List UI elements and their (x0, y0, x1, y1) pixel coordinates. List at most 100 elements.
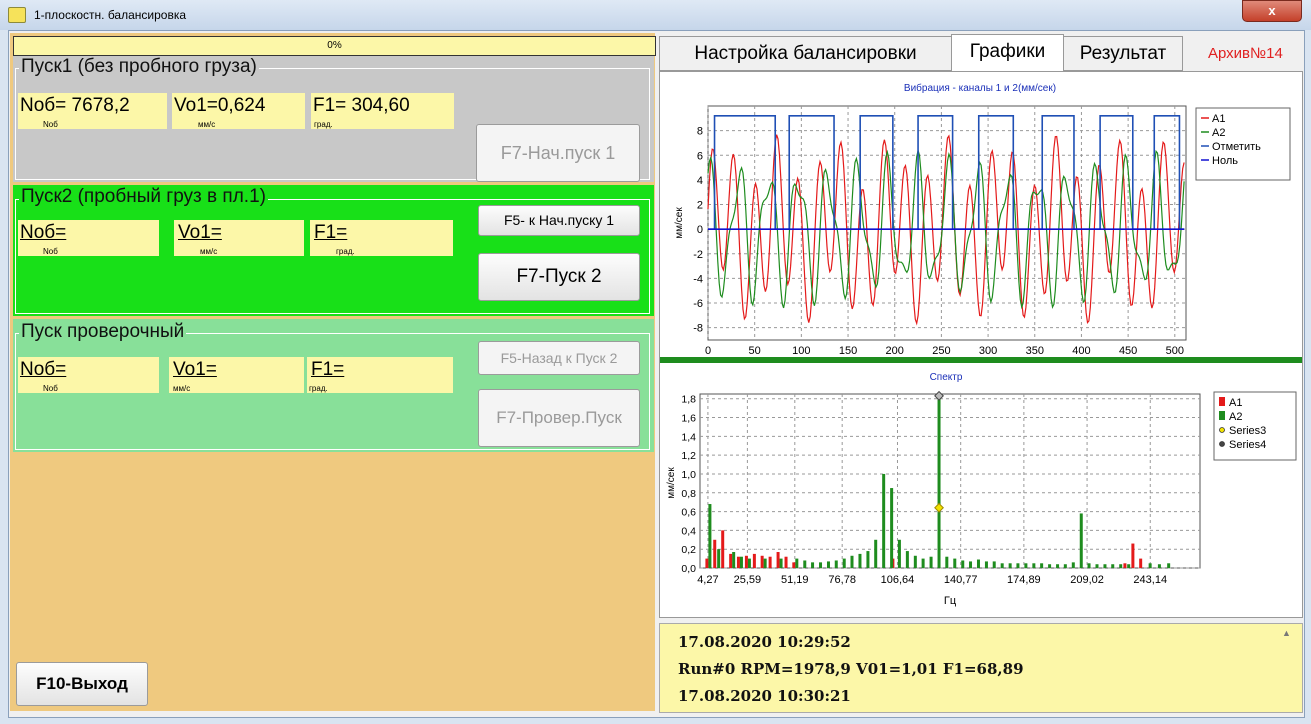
spectrum-y-tick: 1,6 (681, 413, 696, 425)
spectrum-bar-a2 (747, 558, 751, 568)
spectrum-bar-a1 (1123, 563, 1127, 568)
tab-balancing-settings[interactable]: Настройка балансировки (659, 36, 952, 71)
spectrum-bar-a2 (842, 558, 846, 568)
spectrum-bar-a2 (819, 562, 823, 568)
vibration-legend-label: A1 (1212, 113, 1225, 125)
spectrum-bar-a2 (826, 561, 830, 568)
verify-group: Пуск проверочный Nоб= Nоб Vo1= мм/с F1= … (13, 319, 654, 452)
vibration-y-tick: -6 (693, 298, 703, 310)
run1-vo-unit: мм/с (198, 120, 216, 129)
spectrum-y-tick: 1,2 (681, 450, 696, 462)
spectrum-bar-a2 (1008, 563, 1012, 568)
spectrum-bar-a2 (1148, 563, 1152, 568)
vibration-y-tick: 4 (697, 175, 703, 187)
vibration-x-tick: 400 (1072, 345, 1090, 357)
run1-f-value: F1= 304,60 (313, 95, 410, 116)
start-run2-button[interactable]: F7-Пуск 2 (478, 253, 640, 301)
spectrum-x-tick: 4,27 (697, 574, 718, 586)
spectrum-bar-a1 (776, 552, 780, 568)
spectrum-bar-a2 (858, 553, 862, 568)
vibration-x-tick: 100 (792, 345, 810, 357)
spectrum-bar-a2 (795, 558, 799, 568)
spectrum-bar-a2 (1119, 564, 1123, 568)
tab-graphs[interactable]: Графики (951, 34, 1064, 72)
vibration-y-tick: 8 (697, 126, 703, 138)
spectrum-plot-area (699, 393, 1201, 569)
vibration-x-tick: 300 (979, 345, 997, 357)
scroll-up-arrow-icon[interactable]: ▲ (1282, 628, 1291, 638)
run2-vo-field: Vo1= мм/с (174, 220, 304, 256)
spectrum-x-tick: 140,77 (944, 574, 978, 586)
vibration-x-tick: 350 (1026, 345, 1044, 357)
spectrum-x-tick: 209,02 (1070, 574, 1104, 586)
spectrum-y-tick: 0,4 (681, 525, 696, 537)
spectrum-bar-a1 (736, 556, 740, 568)
app-icon (8, 7, 26, 23)
verify-title: Пуск проверочный (19, 321, 187, 343)
close-button[interactable]: x (1242, 0, 1302, 22)
spectrum-bar-a1 (752, 553, 756, 568)
vibration-x-tick: 250 (932, 345, 950, 357)
spectrum-x-tick: 76,78 (828, 574, 856, 586)
run1-nob-value: Nоб= 7678,2 (20, 95, 130, 116)
start-verify-run-button[interactable]: F7-Провер.Пуск (478, 389, 640, 447)
spectrum-y-tick: 1,8 (681, 394, 696, 406)
run2-nob-value: Nоб= (20, 222, 67, 243)
verify-vo-value: Vo1= (173, 359, 217, 380)
vibration-y-tick: -2 (693, 249, 703, 261)
spectrum-bar-a2 (1087, 563, 1091, 568)
vibration-legend-label: Ноль (1212, 155, 1238, 167)
spectrum-bar-a1 (729, 553, 733, 568)
tab-result[interactable]: Результат (1063, 36, 1183, 71)
back-to-run2-button[interactable]: F5-Назад к Пуск 2 (478, 341, 640, 375)
vibration-x-tick: 450 (1119, 345, 1137, 357)
verify-f-field: F1= град. (307, 357, 453, 393)
exit-button[interactable]: F10-Выход (16, 662, 148, 706)
vibration-y-tick: 0 (697, 224, 703, 236)
spectrum-bar-a2 (1000, 563, 1004, 568)
run2-nob-field: Nоб= Nоб (18, 220, 159, 256)
spectrum-bar-a2 (1095, 564, 1099, 568)
spectrum-bar-a1 (784, 556, 788, 568)
spectrum-bar-a2 (976, 559, 980, 568)
run1-title: Пуск1 (без пробного груза) (19, 56, 259, 78)
spectrum-bar-a2 (992, 561, 996, 568)
spectrum-y-tick: 0,6 (681, 507, 696, 519)
spectrum-bar-a2 (953, 558, 957, 568)
spectrum-bar-a1 (721, 530, 725, 568)
log-panel[interactable]: 17.08.2020 10:29:52 Run#0 RPM=1978,9 V01… (659, 623, 1303, 713)
back-to-run1-button[interactable]: F5- к Нач.пуску 1 (478, 205, 640, 236)
run2-vo-value: Vo1= (178, 222, 222, 243)
spectrum-bar-a2 (1040, 563, 1044, 568)
spectrum-bar-a1 (792, 562, 796, 568)
spectrum-bar-a2 (1063, 564, 1067, 568)
run2-vo-unit: мм/с (200, 247, 218, 256)
charts-svg: Вибрация - каналы 1 и 2(мм/сек) 0 50 100 150… (660, 82, 1302, 607)
spectrum-bar-a2 (763, 558, 767, 568)
spectrum-bar-a2 (1079, 513, 1083, 568)
spectrum-y-tick: 1,0 (681, 469, 696, 481)
spectrum-bar-a1 (713, 539, 717, 568)
spectrum-y-label: мм/сек (666, 467, 677, 499)
vibration-x-tick: 500 (1166, 345, 1184, 357)
spectrum-bar-a1 (705, 558, 709, 568)
spectrum-bar-a1 (760, 555, 764, 568)
start-run1-button[interactable]: F7-Нач.пуск 1 (476, 124, 640, 182)
spectrum-legend-swatch (1219, 427, 1225, 433)
spectrum-bar-a2 (1048, 564, 1052, 568)
vibration-x-tick: 150 (839, 345, 857, 357)
log-line: 17.08.2020 10:30:21 (678, 687, 851, 705)
verify-nob-value: Nоб= (20, 359, 67, 380)
tab-bar: Настройка балансировки Графики Результат (659, 34, 1301, 72)
run1-vo-value: Vo1=0,624 (174, 95, 266, 116)
spectrum-bar-a2 (1167, 563, 1171, 568)
spectrum-legend-label: Series3 (1229, 425, 1266, 437)
spectrum-bar-a2 (937, 396, 941, 568)
run2-f-field: F1= град. (310, 220, 453, 256)
spectrum-bar-a2 (882, 473, 886, 568)
window-title: 1-плоскостн. балансировка (34, 8, 187, 22)
charts-panel: Вибрация - каналы 1 и 2(мм/сек) 0 50 100 150… (659, 71, 1303, 618)
run1-nob-unit: Nоб (43, 120, 58, 129)
spectrum-bar-a2 (905, 551, 909, 568)
spectrum-bar-a2 (850, 555, 854, 568)
